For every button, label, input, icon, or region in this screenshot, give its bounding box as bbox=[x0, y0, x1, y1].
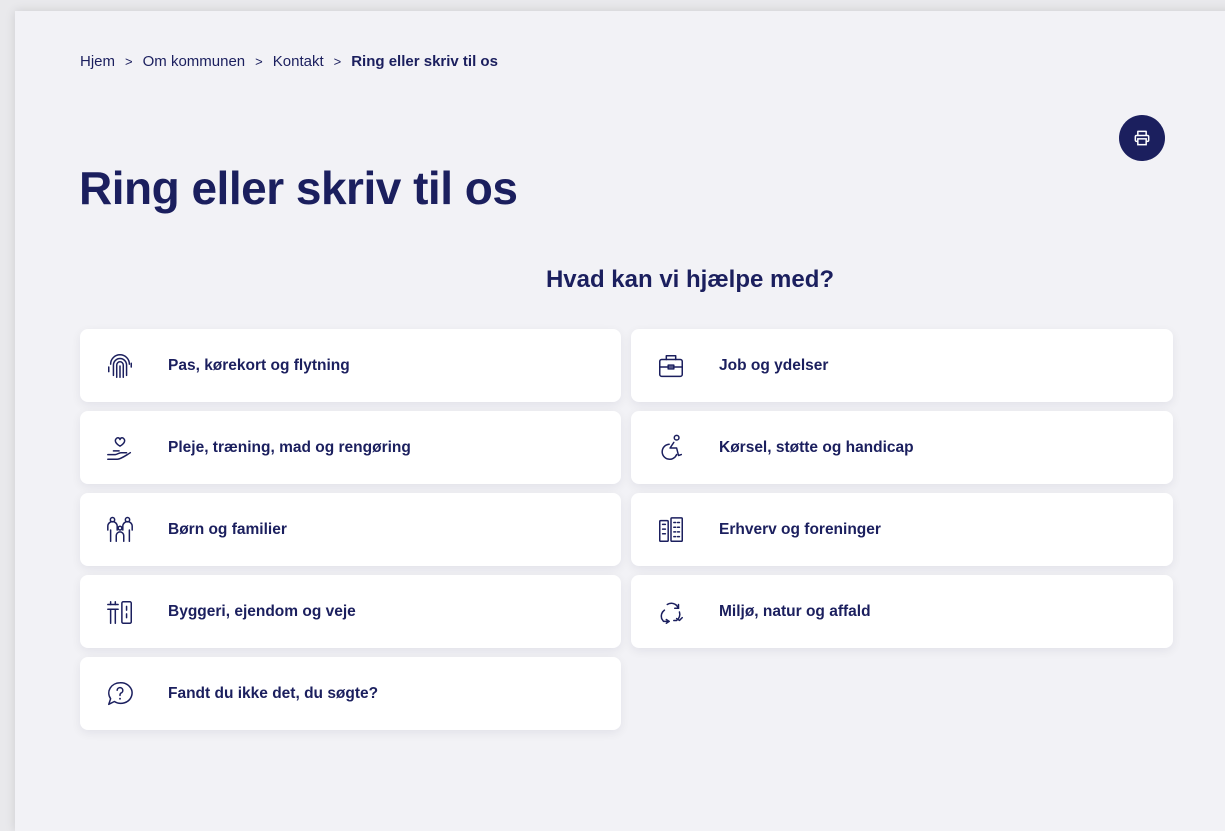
printer-icon bbox=[1134, 130, 1150, 146]
category-card-pleje[interactable]: Pleje, træning, mad og rengøring bbox=[80, 411, 621, 484]
recycle-icon bbox=[656, 597, 686, 627]
page-container: Hjem > Om kommunen > Kontakt > Ring elle… bbox=[15, 11, 1225, 831]
category-card-pas-koerekort[interactable]: Pas, kørekort og flytning bbox=[80, 329, 621, 402]
family-icon bbox=[105, 515, 135, 545]
category-label: Erhverv og foreninger bbox=[719, 520, 881, 538]
category-card-byggeri[interactable]: Byggeri, ejendom og veje bbox=[80, 575, 621, 648]
category-label: Børn og familier bbox=[168, 520, 287, 538]
fingerprint-icon bbox=[105, 351, 135, 381]
category-card-miljoe[interactable]: Miljø, natur og affald bbox=[631, 575, 1173, 648]
breadcrumb-item-om-kommunen[interactable]: Om kommunen bbox=[143, 53, 246, 70]
category-label: Job og ydelser bbox=[719, 356, 829, 374]
question-bubble-icon bbox=[105, 679, 135, 709]
page-title: Ring eller skriv til os bbox=[79, 162, 518, 214]
buildings-icon bbox=[656, 515, 686, 545]
breadcrumb-separator: > bbox=[333, 54, 342, 69]
category-card-erhverv[interactable]: Erhverv og foreninger bbox=[631, 493, 1173, 566]
category-card-fandt-ikke[interactable]: Fandt du ikke det, du søgte? bbox=[80, 657, 621, 730]
breadcrumb-separator: > bbox=[255, 54, 263, 69]
section-title: Hvad kan vi hjælpe med? bbox=[545, 266, 835, 293]
wheelchair-icon bbox=[656, 433, 686, 463]
category-label: Pas, kørekort og flytning bbox=[168, 356, 350, 374]
breadcrumb-item-home[interactable]: Hjem bbox=[80, 53, 115, 70]
category-card-boern-familier[interactable]: Børn og familier bbox=[80, 493, 621, 566]
breadcrumb-current: Ring eller skriv til os bbox=[351, 53, 498, 70]
construction-icon bbox=[105, 597, 135, 627]
category-card-koersel[interactable]: Kørsel, støtte og handicap bbox=[631, 411, 1173, 484]
category-label: Kørsel, støtte og handicap bbox=[719, 438, 914, 456]
breadcrumb: Hjem > Om kommunen > Kontakt > Ring elle… bbox=[80, 53, 498, 70]
briefcase-icon bbox=[656, 351, 686, 381]
breadcrumb-item-kontakt[interactable]: Kontakt bbox=[273, 53, 324, 70]
category-label: Pleje, træning, mad og rengøring bbox=[168, 438, 411, 456]
breadcrumb-separator: > bbox=[125, 54, 133, 69]
category-card-job-ydelser[interactable]: Job og ydelser bbox=[631, 329, 1173, 402]
category-label: Byggeri, ejendom og veje bbox=[168, 602, 356, 620]
category-label: Miljø, natur og affald bbox=[719, 602, 871, 620]
print-button[interactable] bbox=[1119, 115, 1165, 161]
category-grid: Pas, kørekort og flytning Job og ydelser bbox=[80, 329, 1173, 730]
heart-hand-icon bbox=[105, 433, 135, 463]
category-label: Fandt du ikke det, du søgte? bbox=[168, 684, 379, 702]
